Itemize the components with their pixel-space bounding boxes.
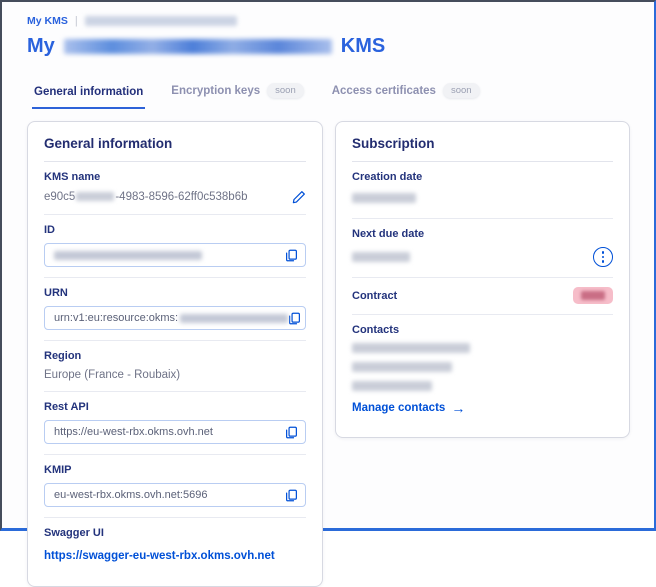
- kebab-menu-icon: [602, 251, 604, 253]
- subscription-card-title: Subscription: [352, 136, 613, 162]
- swagger-ui-link[interactable]: https://swagger-eu-west-rbx.okms.ovh.net: [44, 550, 275, 562]
- field-region: Region Europe (France - Roubaix): [44, 341, 306, 392]
- page-title-suffix: KMS: [341, 35, 385, 58]
- copy-icon: [285, 489, 298, 502]
- contact-redacted-line: [352, 362, 452, 372]
- creation-date-label: Creation date: [352, 171, 613, 183]
- next-due-date-redacted-value: [352, 252, 410, 262]
- pencil-icon: [292, 190, 306, 204]
- arrow-right-icon: →: [451, 401, 465, 415]
- breadcrumb-my-kms-link[interactable]: My KMS: [27, 15, 68, 27]
- tab-encryption-keys[interactable]: Encryption keys soon: [169, 83, 305, 109]
- id-input[interactable]: [44, 243, 306, 267]
- soon-badge: soon: [443, 83, 480, 98]
- breadcrumb-redacted-item: [85, 16, 237, 26]
- copy-rest-api-button[interactable]: [285, 426, 298, 439]
- region-label: Region: [44, 350, 306, 362]
- contract-status-badge: [573, 287, 613, 304]
- urn-label: URN: [44, 287, 306, 299]
- contacts-redacted-list: [352, 343, 613, 391]
- edit-kms-name-button[interactable]: [292, 190, 306, 204]
- breadcrumb-separator: |: [75, 15, 78, 27]
- field-kmip: KMIP eu-west-rbx.okms.ovh.net:5696: [44, 455, 306, 518]
- kms-page: My KMS | My KMS General information Encr…: [0, 0, 656, 531]
- contract-label: Contract: [352, 290, 397, 302]
- copy-kmip-button[interactable]: [285, 489, 298, 502]
- kmip-value: eu-west-rbx.okms.ovh.net:5696: [54, 489, 207, 501]
- next-due-date-label: Next due date: [352, 228, 613, 240]
- tab-access-certificates[interactable]: Access certificates soon: [330, 83, 482, 109]
- copy-urn-button[interactable]: [288, 312, 301, 325]
- soon-badge: soon: [267, 83, 304, 98]
- id-redacted-value: [54, 251, 202, 260]
- kms-name-value: e90c5-4983-8596-62ff0c538b6b: [44, 191, 248, 203]
- copy-icon: [285, 426, 298, 439]
- tab-access-certificates-label: Access certificates: [332, 85, 436, 97]
- manage-contacts-link[interactable]: Manage contacts: [352, 402, 445, 414]
- kms-name-redacted-part: [76, 192, 114, 201]
- rest-api-value: https://eu-west-rbx.okms.ovh.net: [54, 426, 213, 438]
- kms-name-label: KMS name: [44, 171, 306, 183]
- tab-encryption-keys-label: Encryption keys: [171, 85, 260, 97]
- tab-bar: General information Encryption keys soon…: [27, 83, 630, 109]
- page-title-redacted-name: [64, 39, 332, 54]
- swagger-ui-label: Swagger UI: [44, 527, 306, 539]
- tab-general-information[interactable]: General information: [32, 86, 145, 109]
- page-title-prefix: My: [27, 35, 55, 58]
- urn-redacted-part: [180, 314, 288, 323]
- field-creation-date: Creation date: [352, 162, 613, 219]
- kmip-label: KMIP: [44, 464, 306, 476]
- general-information-card: General information KMS name e90c5-4983-…: [27, 121, 323, 587]
- field-id: ID: [44, 215, 306, 278]
- rest-api-input[interactable]: https://eu-west-rbx.okms.ovh.net: [44, 420, 306, 444]
- copy-id-button[interactable]: [285, 249, 298, 262]
- kmip-input[interactable]: eu-west-rbx.okms.ovh.net:5696: [44, 483, 306, 507]
- page-title: My KMS: [27, 35, 630, 58]
- creation-date-redacted-value: [352, 193, 416, 203]
- region-value: Europe (France - Roubaix): [44, 369, 306, 381]
- contact-redacted-line: [352, 381, 432, 391]
- tab-general-information-label: General information: [34, 86, 143, 98]
- contract-redacted-value: [581, 291, 605, 300]
- general-information-card-title: General information: [44, 136, 306, 162]
- breadcrumb: My KMS |: [27, 14, 630, 28]
- copy-icon: [288, 312, 301, 325]
- field-kms-name: KMS name e90c5-4983-8596-62ff0c538b6b: [44, 162, 306, 215]
- field-swagger-ui: Swagger UI https://swagger-eu-west-rbx.o…: [44, 518, 306, 574]
- copy-icon: [285, 249, 298, 262]
- field-rest-api: Rest API https://eu-west-rbx.okms.ovh.ne…: [44, 392, 306, 455]
- urn-input[interactable]: urn:v1:eu:resource:okms:: [44, 306, 306, 330]
- subscription-actions-button[interactable]: [593, 247, 613, 267]
- id-label: ID: [44, 224, 306, 236]
- field-contacts: Contacts Manage contacts →: [352, 315, 613, 425]
- contacts-label: Contacts: [352, 324, 613, 336]
- field-urn: URN urn:v1:eu:resource:okms:: [44, 278, 306, 341]
- rest-api-label: Rest API: [44, 401, 306, 413]
- contact-redacted-line: [352, 343, 470, 353]
- field-contract: Contract: [352, 278, 613, 315]
- field-next-due-date: Next due date: [352, 219, 613, 278]
- subscription-card: Subscription Creation date Next due date: [335, 121, 630, 438]
